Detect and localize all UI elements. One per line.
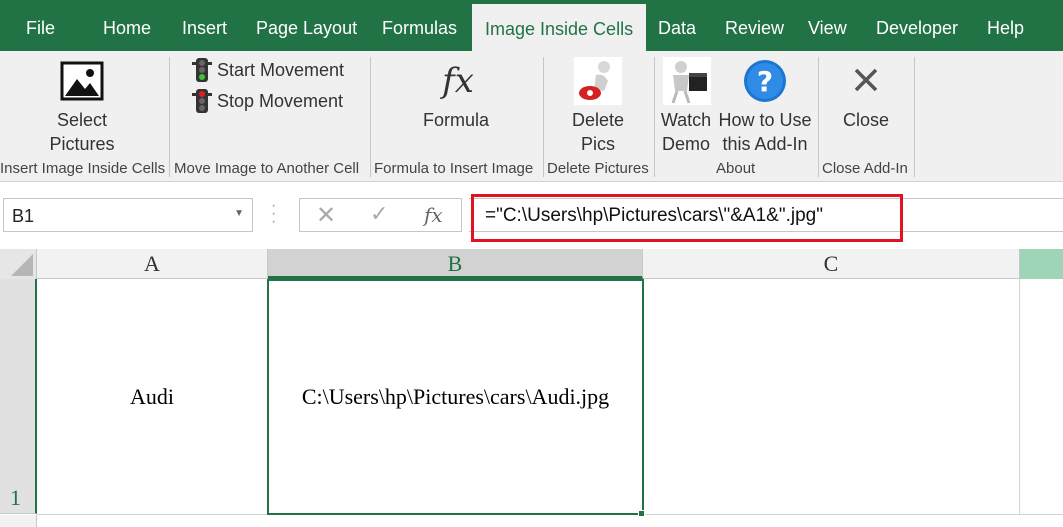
traffic-light-green-icon bbox=[192, 58, 212, 82]
how-to-use-label-1: How to Use bbox=[718, 110, 812, 130]
formula-bar-resize-handle[interactable]: · · · bbox=[271, 198, 276, 230]
close-label: Close bbox=[842, 110, 890, 130]
formula-bar: B1 ▼ · · · ✕ ✓ fx ="C:\Users\hp\Pictures\c… bbox=[0, 182, 1063, 249]
tab-formulas[interactable]: Formulas bbox=[382, 0, 457, 51]
video-demo-icon bbox=[663, 57, 711, 105]
cell-b1-value: C:\Users\hp\Pictures\cars\Audi.jpg bbox=[301, 384, 610, 409]
close-x-icon bbox=[854, 68, 878, 92]
help-question-icon: ? bbox=[744, 60, 786, 102]
group-label-delete: Delete Pictures bbox=[547, 160, 649, 177]
traffic-light-red-icon bbox=[192, 89, 212, 113]
group-separator bbox=[169, 57, 170, 177]
column-header-d[interactable] bbox=[1020, 249, 1063, 279]
delete-pics-label-1: Delete bbox=[571, 110, 625, 130]
select-pictures-label-2: Pictures bbox=[49, 134, 115, 154]
select-all-corner[interactable] bbox=[0, 249, 37, 279]
group-separator bbox=[543, 57, 544, 177]
worksheet-grid: A B C 1 Audi C:\Users\hp\Pictures\cars\A… bbox=[0, 249, 1063, 527]
tab-review[interactable]: Review bbox=[725, 0, 784, 51]
cell-b1[interactable]: C:\Users\hp\Pictures\cars\Audi.jpg bbox=[267, 279, 644, 515]
tab-file[interactable]: File bbox=[26, 0, 55, 51]
name-box-value: B1 bbox=[12, 206, 35, 226]
row-number: 1 bbox=[10, 485, 21, 510]
column-header-b[interactable]: B bbox=[268, 249, 643, 279]
cell-a1-value: Audi bbox=[130, 383, 174, 409]
group-separator bbox=[654, 57, 655, 177]
tab-help[interactable]: Help bbox=[987, 0, 1024, 51]
formula-label: Formula bbox=[422, 110, 489, 130]
tab-data[interactable]: Data bbox=[658, 0, 696, 51]
svg-text:?: ? bbox=[757, 65, 773, 98]
group-separator bbox=[818, 57, 819, 177]
cell-c1[interactable] bbox=[644, 279, 1020, 515]
group-label-close: Close Add-In bbox=[822, 160, 908, 177]
group-label-formula: Formula to Insert Image bbox=[374, 160, 534, 177]
tab-view[interactable]: View bbox=[808, 0, 847, 51]
picture-icon bbox=[60, 61, 104, 101]
formula-bar-buttons: ✕ ✓ fx bbox=[299, 198, 462, 232]
watch-demo-label-2: Demo bbox=[661, 134, 710, 154]
name-box[interactable]: B1 ▼ bbox=[3, 198, 253, 232]
group-separator bbox=[370, 57, 371, 177]
row-header-2[interactable] bbox=[0, 515, 37, 527]
watch-demo-label-1: Watch bbox=[660, 110, 712, 130]
cell-d1[interactable] bbox=[1020, 279, 1063, 515]
column-header-c[interactable]: C bbox=[643, 249, 1020, 279]
fill-handle[interactable] bbox=[638, 510, 645, 517]
how-to-use-label-2: this Add-In bbox=[722, 134, 808, 154]
select-pictures-label-1: Select bbox=[56, 110, 108, 130]
tab-image-inside-cells[interactable]: Image Inside Cells bbox=[472, 4, 647, 51]
group-label-insert-image: Insert Image Inside Cells bbox=[0, 160, 166, 177]
column-header-a[interactable]: A bbox=[37, 249, 268, 279]
fx-icon: fx bbox=[442, 61, 474, 101]
group-separator bbox=[914, 57, 915, 177]
stop-movement-label: Stop Movement bbox=[217, 91, 344, 111]
delete-figure-icon bbox=[574, 57, 622, 105]
row-header-1[interactable]: 1 bbox=[0, 279, 37, 514]
delete-pics-label-2: Pics bbox=[580, 134, 615, 154]
tab-developer[interactable]: Developer bbox=[876, 0, 958, 51]
cancel-icon[interactable]: ✕ bbox=[316, 201, 336, 230]
enter-check-icon[interactable]: ✓ bbox=[370, 201, 388, 227]
ribbon-tab-bar: File Home Insert Page Layout Formulas Im… bbox=[0, 0, 1063, 51]
tab-home[interactable]: Home bbox=[103, 0, 151, 51]
group-label-about: About bbox=[716, 160, 756, 177]
ribbon: Select Pictures Insert Image Inside Cell… bbox=[0, 51, 1063, 182]
group-label-move-image: Move Image to Another Cell bbox=[174, 160, 360, 177]
tab-insert[interactable]: Insert bbox=[182, 0, 227, 51]
insert-function-icon[interactable]: fx bbox=[424, 203, 443, 227]
cell-a1[interactable]: Audi bbox=[37, 279, 268, 515]
red-highlight-box bbox=[471, 194, 903, 242]
chevron-down-icon[interactable]: ▼ bbox=[234, 208, 244, 219]
tab-page-layout[interactable]: Page Layout bbox=[256, 0, 357, 51]
column-header-row: A B C bbox=[0, 249, 1063, 279]
start-movement-label: Start Movement bbox=[217, 60, 345, 80]
